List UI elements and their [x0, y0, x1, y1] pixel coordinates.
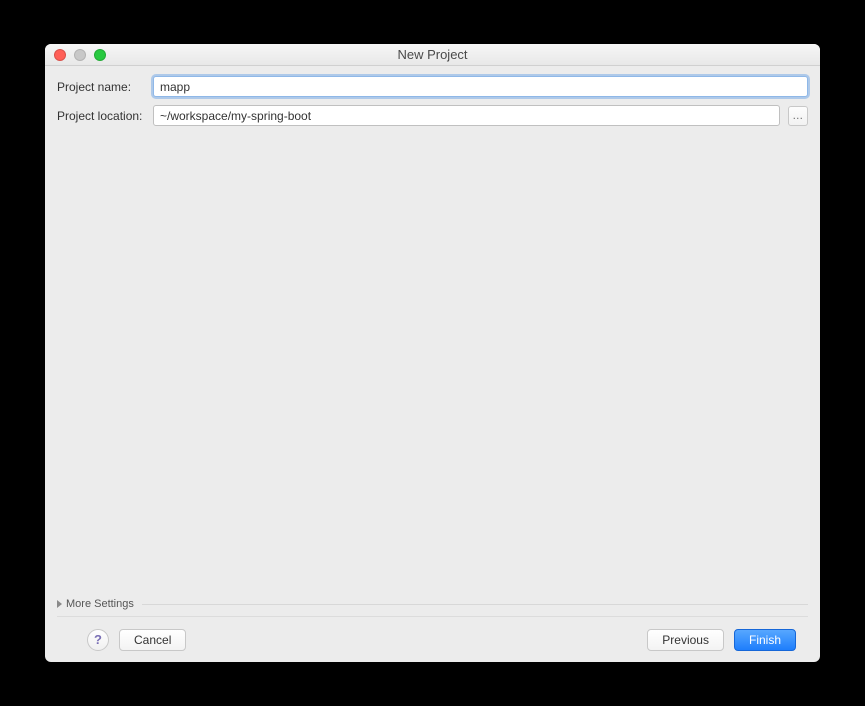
- finish-label: Finish: [749, 633, 781, 647]
- project-location-input[interactable]: [153, 105, 780, 126]
- help-icon: ?: [94, 632, 102, 647]
- window-title: New Project: [45, 47, 820, 62]
- footer-right-group: Previous Finish: [647, 629, 796, 651]
- maximize-icon[interactable]: [94, 49, 106, 61]
- content-spacer: [57, 134, 808, 598]
- new-project-dialog: New Project Project name: Project locati…: [45, 44, 820, 662]
- more-settings-label[interactable]: More Settings: [66, 598, 134, 610]
- help-button[interactable]: ?: [87, 629, 109, 651]
- project-name-input[interactable]: [153, 76, 808, 97]
- cancel-label: Cancel: [134, 633, 171, 647]
- dialog-footer: ? Cancel Previous Finish: [57, 616, 808, 662]
- close-icon[interactable]: [54, 49, 66, 61]
- disclosure-triangle-icon[interactable]: [57, 600, 62, 608]
- window-controls: [45, 49, 106, 61]
- minimize-icon: [74, 49, 86, 61]
- more-settings-row[interactable]: More Settings: [57, 598, 808, 610]
- dialog-content: Project name: Project location: … More S…: [45, 66, 820, 662]
- previous-button[interactable]: Previous: [647, 629, 724, 651]
- titlebar: New Project: [45, 44, 820, 66]
- project-location-label: Project location:: [57, 109, 145, 123]
- separator-line: [142, 604, 808, 605]
- ellipsis-icon: …: [792, 110, 804, 122]
- project-location-row: Project location: …: [57, 105, 808, 126]
- finish-button[interactable]: Finish: [734, 629, 796, 651]
- browse-button[interactable]: …: [788, 106, 808, 126]
- previous-label: Previous: [662, 633, 709, 647]
- project-name-row: Project name:: [57, 76, 808, 97]
- project-name-label: Project name:: [57, 80, 145, 94]
- cancel-button[interactable]: Cancel: [119, 629, 186, 651]
